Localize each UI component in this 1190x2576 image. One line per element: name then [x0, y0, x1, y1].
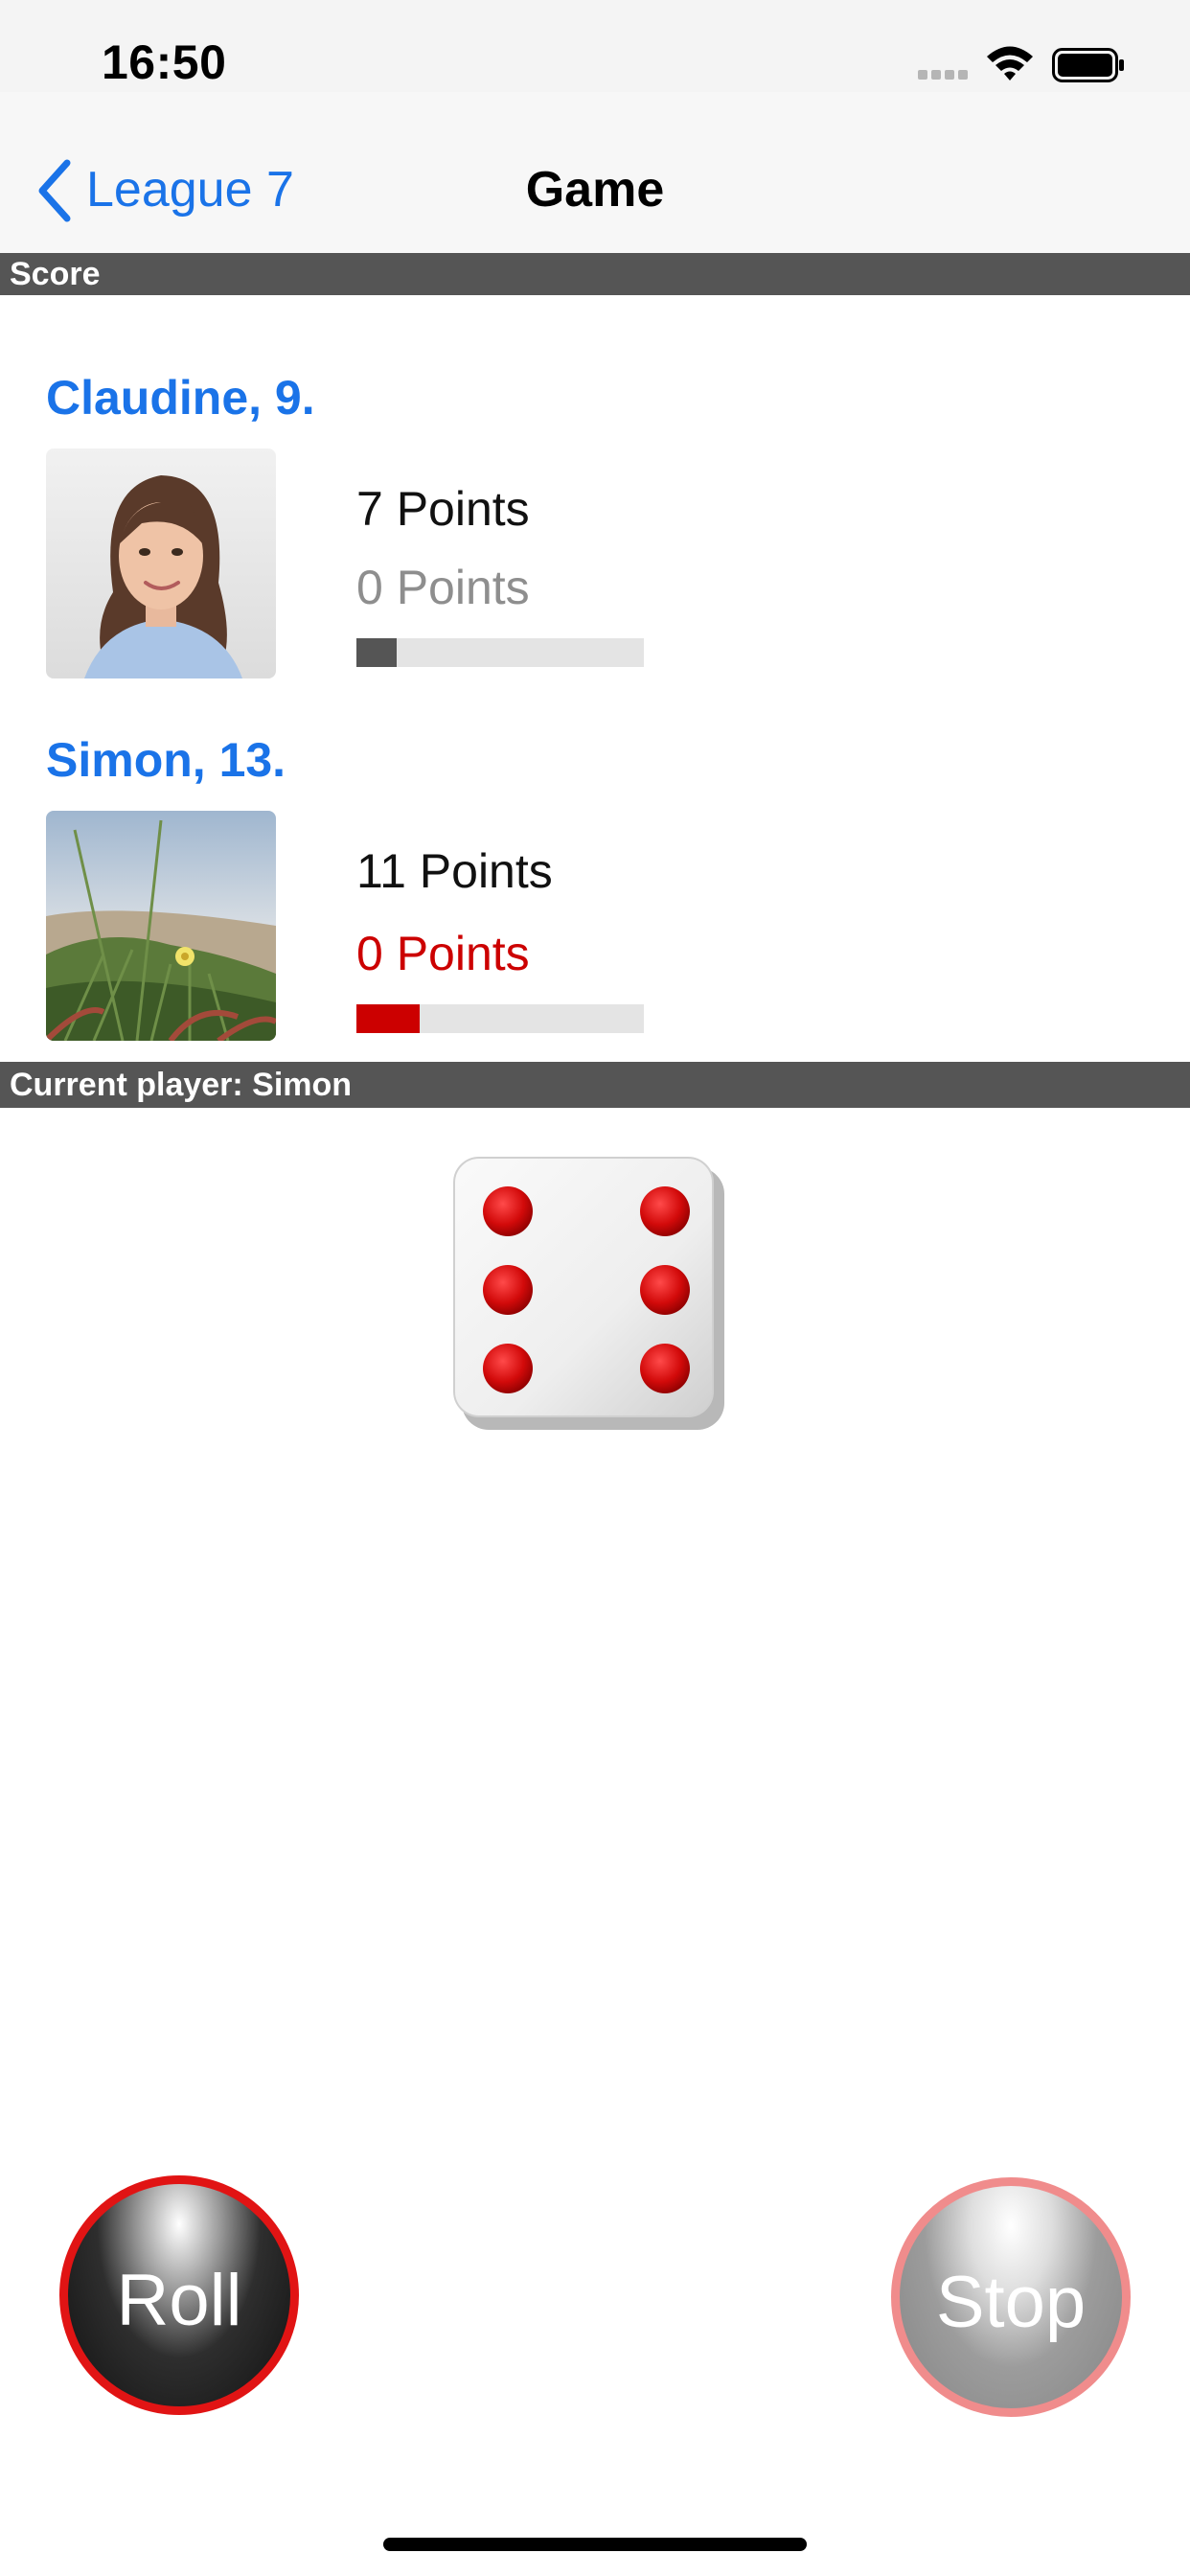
score-section-header: Score [0, 253, 1190, 295]
status-time: 16:50 [102, 35, 227, 89]
avatar-claudine [46, 448, 276, 678]
round-points-claudine: 0 Points [356, 561, 530, 614]
roll-button-label: Roll [116, 2260, 242, 2341]
dice-icon[interactable] [452, 1156, 730, 1434]
stop-button[interactable]: Stop [891, 2177, 1131, 2417]
avatar-simon [46, 811, 276, 1041]
progress-bar-simon [356, 1004, 644, 1033]
home-indicator[interactable] [383, 2538, 807, 2551]
battery-icon [1052, 48, 1124, 82]
total-points-simon: 11 Points [356, 844, 553, 898]
page-title: Game [525, 162, 665, 218]
player-name-simon: Simon, 13. [46, 733, 286, 787]
total-points-claudine: 7 Points [356, 482, 530, 536]
wifi-icon [987, 46, 1033, 80]
progress-fill-simon [356, 1004, 420, 1033]
round-points-simon: 0 Points [356, 927, 530, 980]
cellular-signal-icon [918, 67, 973, 80]
player-name-claudine: Claudine, 9. [46, 371, 315, 425]
roll-button[interactable]: Roll [59, 2175, 299, 2415]
current-player-header: Current player: Simon [0, 1062, 1190, 1108]
stop-button-label: Stop [935, 2262, 1087, 2343]
progress-bar-claudine [356, 638, 644, 667]
progress-fill-claudine [356, 638, 397, 667]
